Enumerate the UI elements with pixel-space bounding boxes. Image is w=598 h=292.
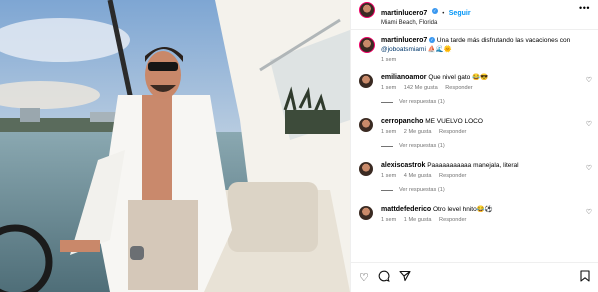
comment-meta: 1 sem 4 Me gusta Responder bbox=[381, 173, 580, 179]
view-replies-button[interactable]: Ver respuestas (1) bbox=[351, 99, 598, 105]
comment: cerropancho ME VUELVO LOCO 1 sem 2 Me gu… bbox=[351, 117, 598, 135]
comment-likes[interactable]: 2 Me gusta bbox=[404, 129, 432, 135]
verified-badge-icon: ✓ bbox=[429, 37, 436, 44]
commenter-avatar[interactable] bbox=[359, 162, 373, 176]
reply-button[interactable]: Responder bbox=[439, 217, 466, 223]
post-location[interactable]: Miami Beach, Florida bbox=[381, 20, 471, 26]
post-header: martinlucero7 ✓ • Seguir Miami Beach, Fl… bbox=[351, 0, 598, 30]
post-photo[interactable] bbox=[0, 0, 350, 292]
share-icon[interactable] bbox=[399, 270, 411, 285]
comment-meta: 1 sem 142 Me gusta Responder bbox=[381, 85, 580, 91]
comment-text: emilianoamor Que nivel gato 😂😎 bbox=[381, 73, 580, 82]
commenter-avatar[interactable] bbox=[359, 206, 373, 220]
post-header-text: martinlucero7 ✓ • Seguir Miami Beach, Fl… bbox=[381, 2, 471, 26]
comment-username[interactable]: emilianoamor bbox=[381, 74, 427, 81]
caption-mention-link[interactable]: @joboatsmiami bbox=[381, 46, 426, 53]
comment-meta: 1 sem 1 Me gusta Responder bbox=[381, 217, 580, 223]
author-avatar[interactable] bbox=[359, 2, 375, 18]
comment-body: Otro level hnito😂⚽ bbox=[433, 206, 493, 213]
heart-icon[interactable]: ♡ bbox=[359, 271, 369, 284]
comment: emilianoamor Que nivel gato 😂😎 1 sem 142… bbox=[351, 73, 598, 91]
comment-like-heart-icon[interactable]: ♡ bbox=[586, 76, 592, 84]
reply-button[interactable]: Responder bbox=[439, 173, 466, 179]
author-username[interactable]: martinlucero7 bbox=[381, 10, 427, 17]
comments-list[interactable]: martinlucero7 ✓ Una tarde más disfrutand… bbox=[351, 36, 598, 262]
commenter-avatar[interactable] bbox=[359, 74, 373, 88]
caption-body: Una tarde más disfrutando las vacaciones… bbox=[436, 37, 571, 44]
caption-text: martinlucero7 ✓ Una tarde más disfrutand… bbox=[381, 36, 580, 54]
comment-text: cerropancho ME VUELVO LOCO bbox=[381, 117, 580, 126]
instagram-post: martinlucero7 ✓ • Seguir Miami Beach, Fl… bbox=[0, 0, 598, 292]
comment-body: Paaaaaaaaaaa manejala, literal bbox=[427, 162, 519, 169]
comment-text: mattdefederico Otro level hnito😂⚽ bbox=[381, 205, 580, 214]
comment-time: 1 sem bbox=[381, 85, 397, 91]
comment-meta: 1 sem 2 Me gusta Responder bbox=[381, 129, 580, 135]
comment-likes[interactable]: 142 Me gusta bbox=[404, 85, 438, 91]
comment-body: Que nivel gato 😂😎 bbox=[428, 74, 489, 81]
follow-button[interactable]: Seguir bbox=[449, 10, 471, 17]
comment: mattdefederico Otro level hnito😂⚽ 1 sem … bbox=[351, 205, 598, 223]
view-replies-button[interactable]: Ver respuestas (1) bbox=[351, 187, 598, 193]
caption-meta: 1 sem bbox=[381, 57, 580, 63]
comment-text: alexiscastrok Paaaaaaaaaaa manejala, lit… bbox=[381, 161, 580, 170]
caption-time: 1 sem bbox=[381, 57, 397, 63]
comment-like-heart-icon[interactable]: ♡ bbox=[586, 208, 592, 216]
post-side-panel: martinlucero7 ✓ • Seguir Miami Beach, Fl… bbox=[350, 0, 598, 292]
action-bar: ♡ bbox=[351, 262, 598, 292]
comment-username[interactable]: mattdefederico bbox=[381, 206, 431, 213]
comment-like-heart-icon[interactable]: ♡ bbox=[586, 164, 592, 172]
comment-time: 1 sem bbox=[381, 173, 397, 179]
comment-time: 1 sem bbox=[381, 217, 397, 223]
comment-icon[interactable] bbox=[378, 270, 390, 285]
view-replies-button[interactable]: Ver respuestas (1) bbox=[351, 143, 598, 149]
comment-likes[interactable]: 1 Me gusta bbox=[404, 217, 432, 223]
more-options-icon[interactable]: ••• bbox=[579, 3, 590, 13]
boat-photo-image bbox=[0, 0, 350, 292]
verified-badge-icon: ✓ bbox=[431, 7, 438, 14]
reply-button[interactable]: Responder bbox=[445, 85, 472, 91]
comment-likes[interactable]: 4 Me gusta bbox=[404, 173, 432, 179]
bookmark-icon[interactable] bbox=[580, 270, 590, 285]
caption-username[interactable]: martinlucero7 bbox=[381, 37, 427, 44]
comment-body: ME VUELVO LOCO bbox=[425, 118, 483, 125]
commenter-avatar[interactable] bbox=[359, 118, 373, 132]
caption-emojis: ⛵🌊🌞 bbox=[427, 46, 452, 53]
comment-time: 1 sem bbox=[381, 129, 397, 135]
comment-username[interactable]: cerropancho bbox=[381, 118, 423, 125]
comment-like-heart-icon[interactable]: ♡ bbox=[586, 120, 592, 128]
header-separator: • bbox=[442, 11, 445, 17]
caption: martinlucero7 ✓ Una tarde más disfrutand… bbox=[351, 36, 598, 63]
comment: alexiscastrok Paaaaaaaaaaa manejala, lit… bbox=[351, 161, 598, 179]
reply-button[interactable]: Responder bbox=[439, 129, 466, 135]
caption-avatar[interactable] bbox=[359, 37, 375, 53]
comment-username[interactable]: alexiscastrok bbox=[381, 162, 425, 169]
